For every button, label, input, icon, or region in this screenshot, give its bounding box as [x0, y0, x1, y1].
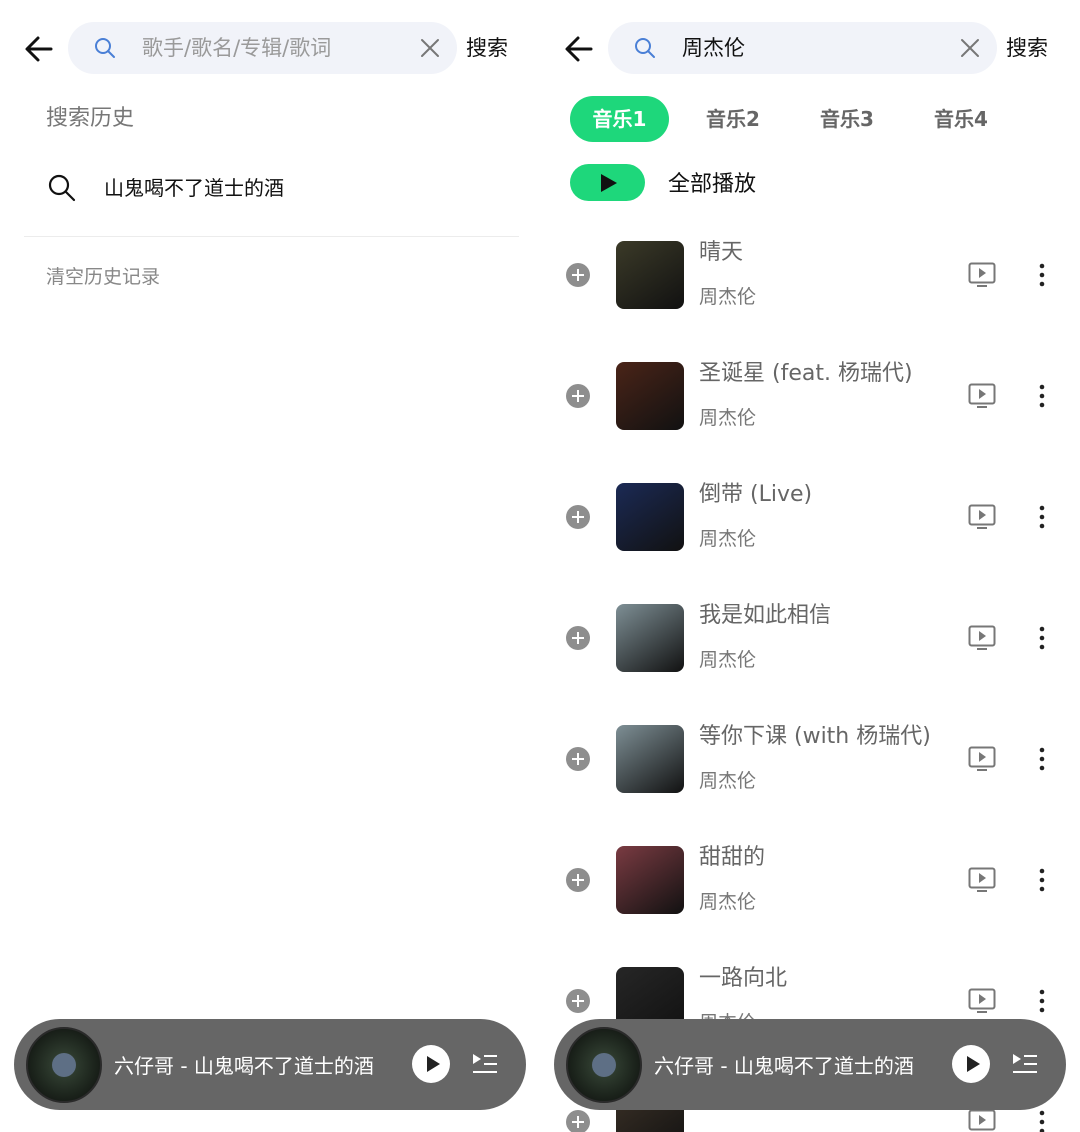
play-button[interactable] — [412, 1045, 450, 1083]
add-to-playlist-icon[interactable] — [566, 1110, 590, 1132]
add-to-playlist-icon[interactable] — [566, 263, 590, 287]
mini-player[interactable]: 六仔哥 - 山鬼喝不了道士的酒 — [14, 1019, 526, 1110]
song-title: 圣诞星 (feat. 杨瑞代) — [699, 361, 913, 386]
song-artist: 周杰伦 — [699, 891, 757, 913]
song-row[interactable]: 倒带 (Live) 周杰伦 — [540, 472, 1080, 582]
mv-video-icon[interactable] — [968, 1109, 996, 1132]
song-title: 我是如此相信 — [699, 603, 832, 628]
song-row[interactable]: 圣诞星 (feat. 杨瑞代) 周杰伦 — [540, 351, 1080, 461]
song-title: 一路向北 — [699, 966, 788, 991]
search-input[interactable]: 歌手/歌名/专辑/歌词 — [142, 33, 331, 63]
song-title: 甜甜的 — [699, 845, 766, 870]
mv-video-icon[interactable] — [968, 988, 996, 1014]
add-to-playlist-icon[interactable] — [566, 868, 590, 892]
mv-video-icon[interactable] — [968, 625, 996, 651]
clear-history-button[interactable]: 清空历史记录 — [46, 262, 160, 289]
more-vertical-icon[interactable] — [1032, 746, 1052, 772]
search-button[interactable]: 搜索 — [1006, 33, 1048, 63]
search-icon — [95, 38, 115, 58]
search-history-screen: 歌手/歌名/专辑/歌词 搜索 搜索历史 山鬼喝不了道士的酒 清空历史记录 六仔哥… — [0, 0, 540, 1132]
search-results-screen: 周杰伦 搜索 音乐1 音乐2 音乐3 音乐4 全部播放 晴天 周杰伦 圣诞星 (fe… — [540, 0, 1080, 1132]
more-vertical-icon[interactable] — [1032, 625, 1052, 651]
playlist-icon[interactable] — [472, 1052, 498, 1076]
mv-video-icon[interactable] — [968, 746, 996, 772]
divider — [24, 236, 519, 237]
play-icon — [967, 1056, 980, 1072]
mini-player[interactable]: 六仔哥 - 山鬼喝不了道士的酒 — [554, 1019, 1066, 1110]
album-cover[interactable] — [616, 725, 684, 793]
now-playing-title[interactable]: 六仔哥 - 山鬼喝不了道士的酒 — [654, 1050, 914, 1079]
mv-video-icon[interactable] — [968, 262, 996, 288]
song-title: 等你下课 (with 杨瑞代) — [699, 724, 931, 749]
song-row[interactable]: 晴天 周杰伦 — [540, 230, 1080, 340]
play-button[interactable] — [952, 1045, 990, 1083]
mv-video-icon[interactable] — [968, 504, 996, 530]
search-bar[interactable]: 歌手/歌名/专辑/歌词 — [68, 22, 457, 74]
history-item[interactable]: 山鬼喝不了道士的酒 — [24, 160, 519, 216]
song-artist: 周杰伦 — [699, 528, 757, 550]
add-to-playlist-icon[interactable] — [566, 384, 590, 408]
play-all-button[interactable] — [570, 164, 645, 201]
song-artist: 周杰伦 — [699, 649, 757, 671]
search-input[interactable]: 周杰伦 — [682, 33, 745, 63]
album-cover[interactable] — [616, 483, 684, 551]
close-icon[interactable] — [959, 37, 981, 59]
add-to-playlist-icon[interactable] — [566, 747, 590, 771]
tab-music-4[interactable]: 音乐4 — [934, 96, 988, 142]
more-vertical-icon[interactable] — [1032, 383, 1052, 409]
song-row[interactable]: 我是如此相信 周杰伦 — [540, 593, 1080, 703]
play-all-label[interactable]: 全部播放 — [668, 166, 756, 198]
now-playing-cover[interactable] — [566, 1027, 642, 1103]
song-artist: 周杰伦 — [699, 286, 757, 308]
tab-music-3[interactable]: 音乐3 — [820, 96, 874, 142]
more-vertical-icon[interactable] — [1032, 1109, 1052, 1132]
back-arrow-icon[interactable] — [564, 34, 594, 64]
now-playing-title[interactable]: 六仔哥 - 山鬼喝不了道士的酒 — [114, 1050, 374, 1079]
add-to-playlist-icon[interactable] — [566, 989, 590, 1013]
more-vertical-icon[interactable] — [1032, 262, 1052, 288]
close-icon[interactable] — [419, 37, 441, 59]
search-icon — [48, 174, 76, 202]
song-row[interactable]: 等你下课 (with 杨瑞代) 周杰伦 — [540, 714, 1080, 824]
add-to-playlist-icon[interactable] — [566, 626, 590, 650]
search-bar[interactable]: 周杰伦 — [608, 22, 997, 74]
song-artist: 周杰伦 — [699, 770, 757, 792]
add-to-playlist-icon[interactable] — [566, 505, 590, 529]
more-vertical-icon[interactable] — [1032, 988, 1052, 1014]
mv-video-icon[interactable] — [968, 383, 996, 409]
search-button[interactable]: 搜索 — [466, 33, 508, 63]
mv-video-icon[interactable] — [968, 867, 996, 893]
tab-music-2[interactable]: 音乐2 — [706, 96, 760, 142]
song-row[interactable]: 甜甜的 周杰伦 — [540, 835, 1080, 945]
song-title: 晴天 — [699, 240, 744, 265]
search-icon — [635, 38, 655, 58]
song-title: 倒带 (Live) — [699, 482, 813, 507]
album-cover[interactable] — [616, 241, 684, 309]
song-artist: 周杰伦 — [699, 407, 757, 429]
tab-music-1[interactable]: 音乐1 — [570, 96, 669, 142]
album-cover[interactable] — [616, 604, 684, 672]
now-playing-cover[interactable] — [26, 1027, 102, 1103]
history-title: 搜索历史 — [46, 106, 135, 131]
album-cover[interactable] — [616, 846, 684, 914]
playlist-icon[interactable] — [1012, 1052, 1038, 1076]
play-icon — [601, 174, 617, 192]
back-arrow-icon[interactable] — [24, 34, 54, 64]
more-vertical-icon[interactable] — [1032, 504, 1052, 530]
more-vertical-icon[interactable] — [1032, 867, 1052, 893]
album-cover[interactable] — [616, 362, 684, 430]
play-icon — [427, 1056, 440, 1072]
history-item-text: 山鬼喝不了道士的酒 — [104, 176, 284, 200]
